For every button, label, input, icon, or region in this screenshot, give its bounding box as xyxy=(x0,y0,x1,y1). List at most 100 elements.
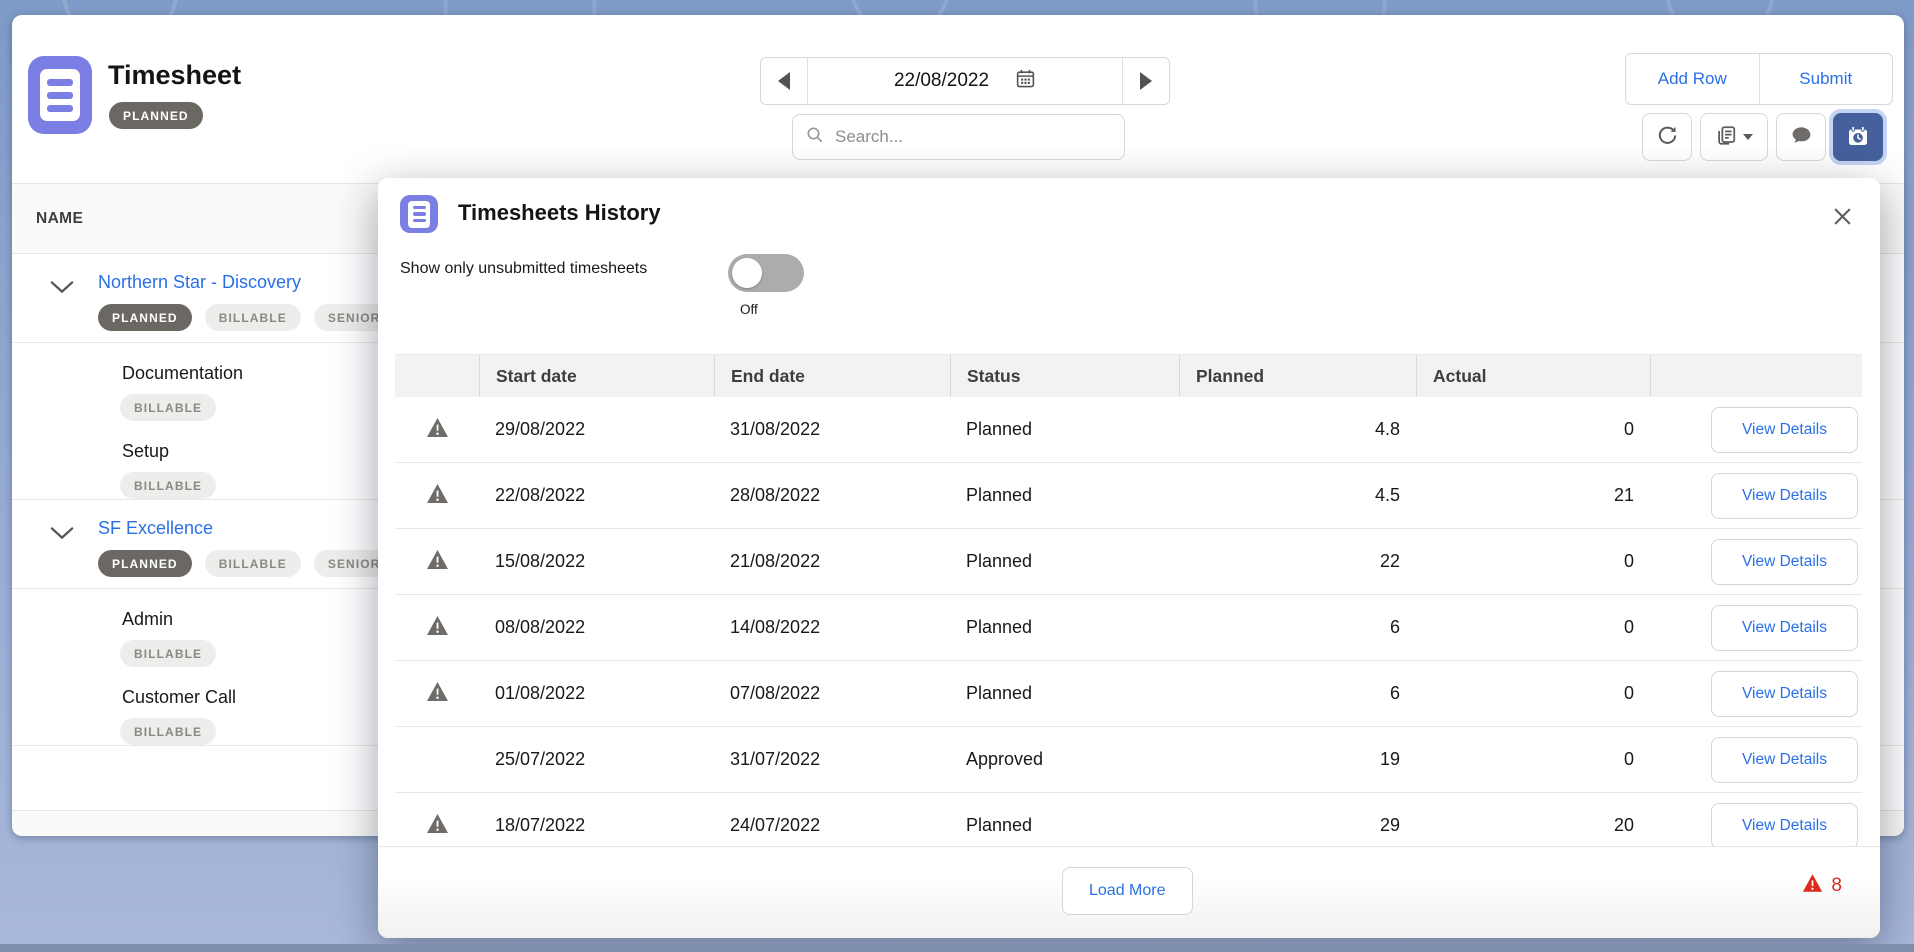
calendar-icon xyxy=(1015,68,1036,94)
column-header-actual: Actual xyxy=(1416,355,1650,397)
task-name: Setup xyxy=(122,441,169,462)
task-name: Documentation xyxy=(122,363,243,384)
column-header-planned: Planned xyxy=(1179,355,1416,397)
previous-week-button[interactable] xyxy=(761,58,808,104)
chevron-down-icon[interactable] xyxy=(50,526,74,545)
chevron-down-icon xyxy=(1743,134,1753,145)
planned-hours-cell: 4.5 xyxy=(1179,485,1416,506)
warning-icon xyxy=(426,417,449,443)
project-link[interactable]: Northern Star - Discovery xyxy=(98,272,301,293)
planned-hours-cell: 6 xyxy=(1179,617,1416,638)
right-triangle-icon xyxy=(1140,72,1152,90)
planned-hours-cell: 19 xyxy=(1179,749,1416,770)
status-cell: Planned xyxy=(950,815,1179,836)
start-date-cell: 29/08/2022 xyxy=(479,419,714,440)
warning-icon xyxy=(426,549,449,575)
start-date-cell: 01/08/2022 xyxy=(479,683,714,704)
warning-icon xyxy=(426,483,449,509)
status-cell: Planned xyxy=(950,551,1179,572)
start-date-cell: 18/07/2022 xyxy=(479,815,714,836)
planned-hours-cell: 6 xyxy=(1179,683,1416,704)
unsubmitted-toggle[interactable] xyxy=(728,254,804,292)
end-date-cell: 28/08/2022 xyxy=(714,485,950,506)
status-badge: PLANNED xyxy=(98,304,192,331)
calendar-clock-icon xyxy=(1846,124,1870,151)
history-table-header: Start date End date Status Planned Actua… xyxy=(395,354,1862,397)
timesheet-status-badge: PLANNED xyxy=(109,102,203,129)
error-count: 8 xyxy=(1831,875,1842,897)
refresh-icon xyxy=(1656,124,1679,150)
start-date-cell: 25/07/2022 xyxy=(479,749,714,770)
chevron-down-icon[interactable] xyxy=(50,280,74,299)
search-input[interactable] xyxy=(835,127,1112,147)
history-table-row: 18/07/2022 24/07/2022 Planned 29 20 View… xyxy=(395,793,1862,846)
view-details-button[interactable]: View Details xyxy=(1711,803,1858,847)
name-header-label: NAME xyxy=(36,210,83,228)
view-details-button[interactable]: View Details xyxy=(1711,671,1858,717)
planned-hours-cell: 29 xyxy=(1179,815,1416,836)
status-badge: BILLABLE xyxy=(205,304,301,331)
planned-hours-cell: 4.8 xyxy=(1179,419,1416,440)
history-table-row: 15/08/2022 21/08/2022 Planned 22 0 View … xyxy=(395,529,1862,595)
status-cell: Approved xyxy=(950,749,1179,770)
status-cell: Planned xyxy=(950,683,1179,704)
end-date-cell: 31/07/2022 xyxy=(714,749,950,770)
status-cell: Planned xyxy=(950,485,1179,506)
history-table-row: 22/08/2022 28/08/2022 Planned 4.5 21 Vie… xyxy=(395,463,1862,529)
actual-hours-cell: 0 xyxy=(1416,749,1650,770)
copy-rows-button[interactable] xyxy=(1700,113,1768,161)
end-date-cell: 21/08/2022 xyxy=(714,551,950,572)
column-header-start-date: Start date xyxy=(479,355,714,397)
timesheet-app-icon xyxy=(28,56,92,134)
task-name: Customer Call xyxy=(122,687,236,708)
planned-hours-cell: 22 xyxy=(1179,551,1416,572)
history-table-row: 29/08/2022 31/08/2022 Planned 4.8 0 View… xyxy=(395,397,1862,463)
error-warning-icon xyxy=(1802,873,1823,898)
actual-hours-cell: 20 xyxy=(1416,815,1650,836)
view-details-button[interactable]: View Details xyxy=(1711,737,1858,783)
actual-hours-cell: 0 xyxy=(1416,419,1650,440)
status-badge: BILLABLE xyxy=(120,718,216,745)
view-details-button[interactable]: View Details xyxy=(1711,407,1858,453)
submit-button[interactable]: Submit xyxy=(1759,54,1893,104)
end-date-cell: 24/07/2022 xyxy=(714,815,950,836)
search-icon xyxy=(805,125,825,150)
toggle-state-label: Off xyxy=(740,302,758,317)
view-details-button[interactable]: View Details xyxy=(1711,605,1858,651)
actual-hours-cell: 0 xyxy=(1416,617,1650,638)
close-button[interactable] xyxy=(1826,202,1858,234)
viewport-bottom-strip xyxy=(0,944,1914,952)
add-row-button[interactable]: Add Row xyxy=(1626,54,1759,104)
primary-actions: Add Row Submit xyxy=(1625,53,1893,105)
refresh-button[interactable] xyxy=(1642,113,1692,161)
modal-footer: Load More 8 xyxy=(378,846,1880,938)
error-summary: 8 xyxy=(1802,873,1842,898)
view-details-button[interactable]: View Details xyxy=(1711,473,1858,519)
status-badge: BILLABLE xyxy=(205,550,301,577)
project-link[interactable]: SF Excellence xyxy=(98,518,213,539)
left-triangle-icon xyxy=(778,72,790,90)
page-title: Timesheet xyxy=(108,60,241,91)
next-week-button[interactable] xyxy=(1122,58,1169,104)
history-table-row: 01/08/2022 07/08/2022 Planned 6 0 View D… xyxy=(395,661,1862,727)
modal-title: Timesheets History xyxy=(458,200,661,226)
warning-icon xyxy=(426,615,449,641)
start-date-cell: 08/08/2022 xyxy=(479,617,714,638)
chat-icon xyxy=(1790,124,1813,150)
copy-icon xyxy=(1715,125,1737,150)
comments-button[interactable] xyxy=(1776,113,1826,161)
history-table-row: 25/07/2022 31/07/2022 Approved 19 0 View… xyxy=(395,727,1862,793)
timesheets-history-button[interactable] xyxy=(1833,113,1883,161)
load-more-button[interactable]: Load More xyxy=(1062,867,1193,915)
history-table-body: 29/08/2022 31/08/2022 Planned 4.8 0 View… xyxy=(395,397,1862,846)
start-date-cell: 15/08/2022 xyxy=(479,551,714,572)
task-name: Admin xyxy=(122,609,173,630)
status-badge: PLANNED xyxy=(98,550,192,577)
column-header-status: Status xyxy=(950,355,1179,397)
task-badges: BILLABLE xyxy=(120,394,216,421)
date-picker-field[interactable]: 22/08/2022 xyxy=(808,58,1122,104)
view-details-button[interactable]: View Details xyxy=(1711,539,1858,585)
timesheets-history-modal: Timesheets History Show only unsubmitted… xyxy=(378,178,1880,938)
start-date-cell: 22/08/2022 xyxy=(479,485,714,506)
toggle-knob xyxy=(732,258,762,288)
